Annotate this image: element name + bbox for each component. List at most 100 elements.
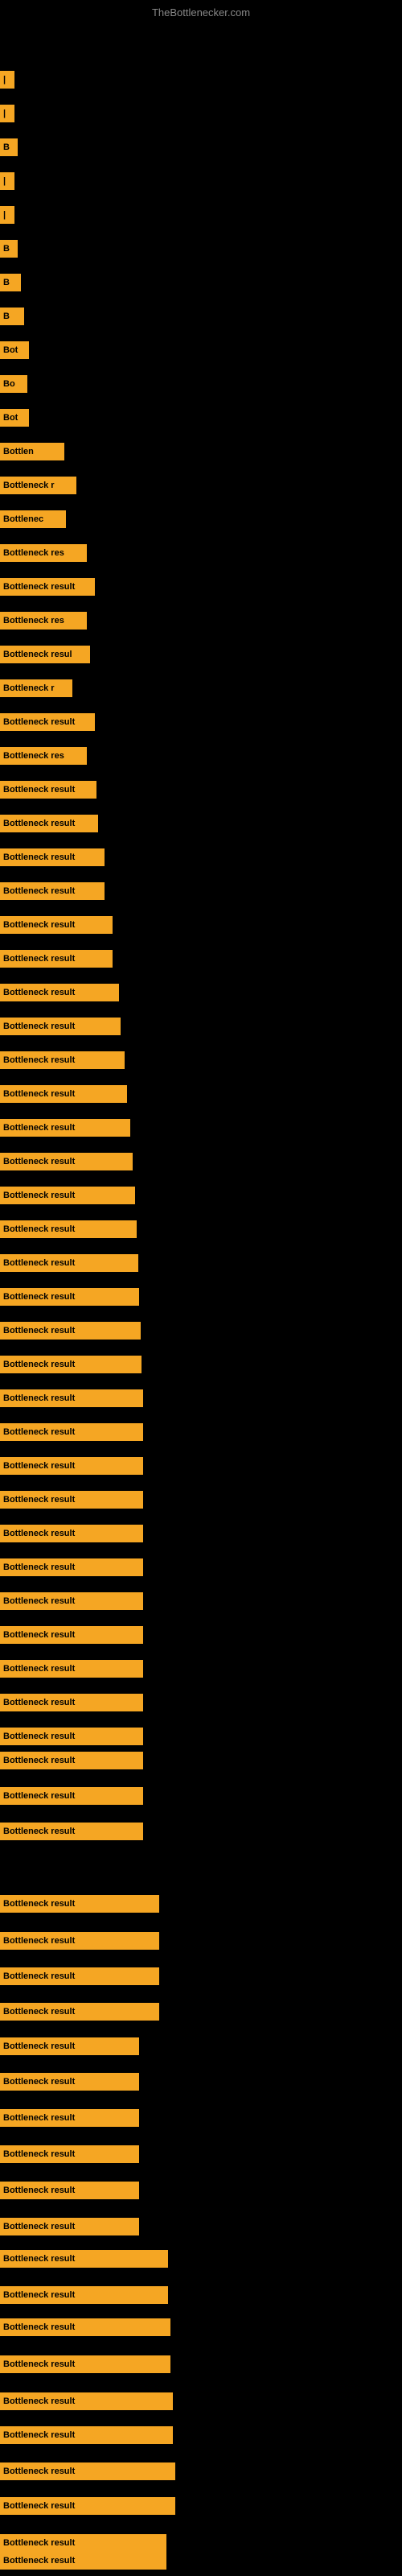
bar-label: Bottleneck result <box>3 2290 75 2300</box>
bar-item: Bottleneck result <box>0 2073 139 2091</box>
bar-item: Bottleneck result <box>0 2497 175 2515</box>
bar-item: Bottleneck result <box>0 1787 143 1805</box>
bar-label: Bot <box>3 413 18 423</box>
bar-item: Bottleneck result <box>0 1626 143 1644</box>
bottleneck-bar: Bottleneck result <box>0 2318 170 2336</box>
bar-label: Bottleneck result <box>3 2007 75 2017</box>
bar-item: Bottleneck result <box>0 1752 143 1769</box>
bottleneck-bar: Bottleneck result <box>0 1018 121 1035</box>
bottleneck-bar: Bottleneck result <box>0 713 95 731</box>
bar-label: Bottleneck result <box>3 886 75 896</box>
bar-label: Bottleneck result <box>3 2186 75 2195</box>
bar-item: Bottleneck result <box>0 984 119 1001</box>
bottleneck-bar: Bottleneck result <box>0 1085 127 1103</box>
bottleneck-bar: Bottleneck result <box>0 2426 173 2444</box>
bar-label: Bottleneck result <box>3 2538 75 2548</box>
bar-item: Bot <box>0 341 29 359</box>
bottleneck-bar: Bottleneck result <box>0 1525 143 1542</box>
bar-label: B <box>3 142 10 152</box>
bar-item: Bottleneck res <box>0 612 87 630</box>
bar-item: Bottleneck result <box>0 2182 139 2199</box>
bar-label: Bottleneck result <box>3 1563 75 1572</box>
bar-label: Bottleneck result <box>3 1224 75 1234</box>
bar-item: | <box>0 206 14 224</box>
bar-label: Bottleneck resul <box>3 650 72 659</box>
bar-label: Bottleneck result <box>3 1756 75 1765</box>
bar-label: Bottleneck result <box>3 2556 75 2566</box>
bar-item: Bottleneck result <box>0 1728 143 1745</box>
bottleneck-bar: Bottleneck result <box>0 1967 159 1985</box>
bar-label: Bottleneck result <box>3 1055 75 1065</box>
bottleneck-bar: Bottleneck result <box>0 2392 173 2410</box>
bar-label: Bottleneck result <box>3 1292 75 1302</box>
bar-item: Bottleneck result <box>0 1592 143 1610</box>
bottleneck-bar: Bottleneck result <box>0 1752 143 1769</box>
bar-item: Bottleneck result <box>0 2286 168 2304</box>
bar-item: Bottleneck result <box>0 2552 166 2570</box>
bottleneck-bar: Bottlenec <box>0 510 66 528</box>
bar-item: Bottleneck result <box>0 1356 142 1373</box>
bar-label: Bottleneck result <box>3 785 75 795</box>
bar-label: Bottleneck result <box>3 1360 75 1369</box>
bar-item: Bottleneck result <box>0 2218 139 2235</box>
bar-label: | <box>3 176 6 186</box>
bar-item: B <box>0 274 21 291</box>
bottleneck-bar: Bottleneck result <box>0 815 98 832</box>
bar-label: Bottleneck result <box>3 2467 75 2476</box>
bar-item: Bottleneck result <box>0 882 105 900</box>
bar-label: Bottleneck result <box>3 1936 75 1946</box>
bar-label: B <box>3 244 10 254</box>
bottleneck-bar: Bottleneck result <box>0 1787 143 1805</box>
bar-label: Bottleneck result <box>3 1191 75 1200</box>
bar-label: Bottleneck result <box>3 1427 75 1437</box>
bar-item: Bottleneck result <box>0 1085 127 1103</box>
bar-item: Bottleneck result <box>0 1153 133 1170</box>
bar-label: Bottleneck res <box>3 751 64 761</box>
bar-item: Bottleneck result <box>0 781 96 799</box>
bottleneck-bar: Bottleneck result <box>0 1389 143 1407</box>
bar-label: Bottleneck result <box>3 1495 75 1505</box>
bar-label: Bottleneck result <box>3 920 75 930</box>
bar-label: Bot <box>3 345 18 355</box>
bottleneck-bar: Bottleneck result <box>0 2286 168 2304</box>
bar-label: Bottleneck r <box>3 481 55 490</box>
bar-item: Bottleneck result <box>0 1491 143 1509</box>
bar-item: Bottleneck result <box>0 2145 139 2163</box>
bottleneck-bar: Bottleneck result <box>0 1153 133 1170</box>
bottleneck-bar: Bottleneck result <box>0 2145 139 2163</box>
bar-label: Bottleneck result <box>3 1529 75 1538</box>
bar-item: Bottleneck res <box>0 544 87 562</box>
bar-label: Bottleneck result <box>3 2322 75 2332</box>
bar-label: Bottleneck result <box>3 1791 75 1801</box>
bar-label: Bottleneck result <box>3 2041 75 2051</box>
bottleneck-bar: Bottleneck result <box>0 1728 143 1745</box>
bar-item: Bottleneck result <box>0 1823 143 1840</box>
bottleneck-bar: Bo <box>0 375 27 393</box>
bar-label: Bottleneck result <box>3 2077 75 2087</box>
bar-label: Bottleneck result <box>3 1664 75 1674</box>
bar-item: Bottleneck result <box>0 1895 159 1913</box>
bar-item: Bottleneck result <box>0 1322 141 1340</box>
bottleneck-bar: Bottleneck res <box>0 544 87 562</box>
bottleneck-bar: Bottlen <box>0 443 64 460</box>
bottleneck-bar: Bottleneck result <box>0 1694 143 1711</box>
bar-label: Bottleneck result <box>3 852 75 862</box>
bar-label: Bottleneck result <box>3 1732 75 1741</box>
bar-label: B <box>3 278 10 287</box>
bar-label: Bottleneck result <box>3 2254 75 2264</box>
bottleneck-bar: Bottleneck result <box>0 2462 175 2480</box>
bar-label: | <box>3 75 6 85</box>
bar-item: Bottleneck result <box>0 2392 173 2410</box>
bar-label: | <box>3 210 6 220</box>
bar-item: | <box>0 105 14 122</box>
bottleneck-bar: Bottleneck result <box>0 848 105 866</box>
bar-label: Bottleneck result <box>3 2501 75 2511</box>
bottleneck-bar: Bottleneck result <box>0 1288 139 1306</box>
bottleneck-bar: B <box>0 274 21 291</box>
bar-item: B <box>0 138 18 156</box>
bar-label: Bottleneck result <box>3 1827 75 1836</box>
bar-label: Bottleneck result <box>3 1022 75 1031</box>
bottleneck-bar: Bottleneck result <box>0 2109 139 2127</box>
bar-label: Bottleneck result <box>3 2359 75 2369</box>
site-title: TheBottlenecker.com <box>0 0 402 22</box>
